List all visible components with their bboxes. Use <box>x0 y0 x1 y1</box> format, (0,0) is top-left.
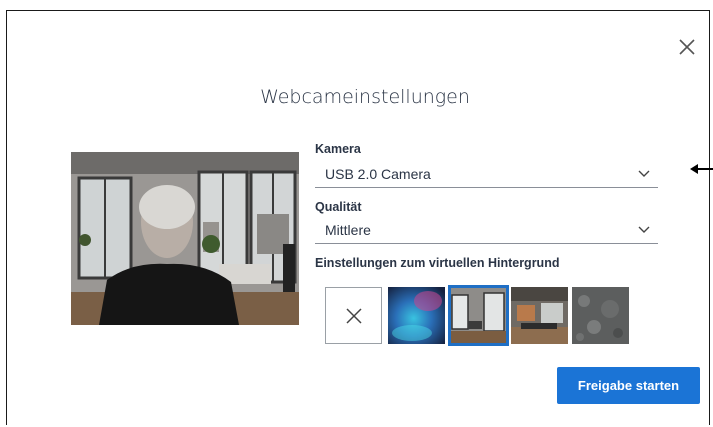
close-icon[interactable] <box>676 36 698 58</box>
quality-select-value: Mittlere <box>325 222 371 238</box>
camera-label: Kamera <box>315 142 361 156</box>
arrow-left-icon <box>690 164 713 174</box>
dialog-title: Webcameinstellungen <box>260 86 470 108</box>
camera-select-value: USB 2.0 Camera <box>325 166 431 182</box>
virtual-background-label: Einstellungen zum virtuellen Hintergrund <box>315 256 560 270</box>
chevron-down-icon <box>638 226 650 233</box>
close-icon <box>346 308 362 324</box>
background-option-living-room[interactable] <box>448 285 509 346</box>
background-option-none[interactable] <box>325 287 382 344</box>
quality-select[interactable]: Mittlere <box>315 219 658 244</box>
start-sharing-button[interactable]: Freigabe starten <box>557 367 700 404</box>
chevron-down-icon <box>638 170 650 177</box>
quality-label: Qualität <box>315 200 362 214</box>
background-option-concrete-texture[interactable] <box>572 287 629 344</box>
background-option-office[interactable] <box>511 287 568 344</box>
camera-preview <box>71 152 299 325</box>
camera-select[interactable]: USB 2.0 Camera <box>315 163 658 188</box>
background-option-blue-abstract[interactable] <box>388 287 445 344</box>
